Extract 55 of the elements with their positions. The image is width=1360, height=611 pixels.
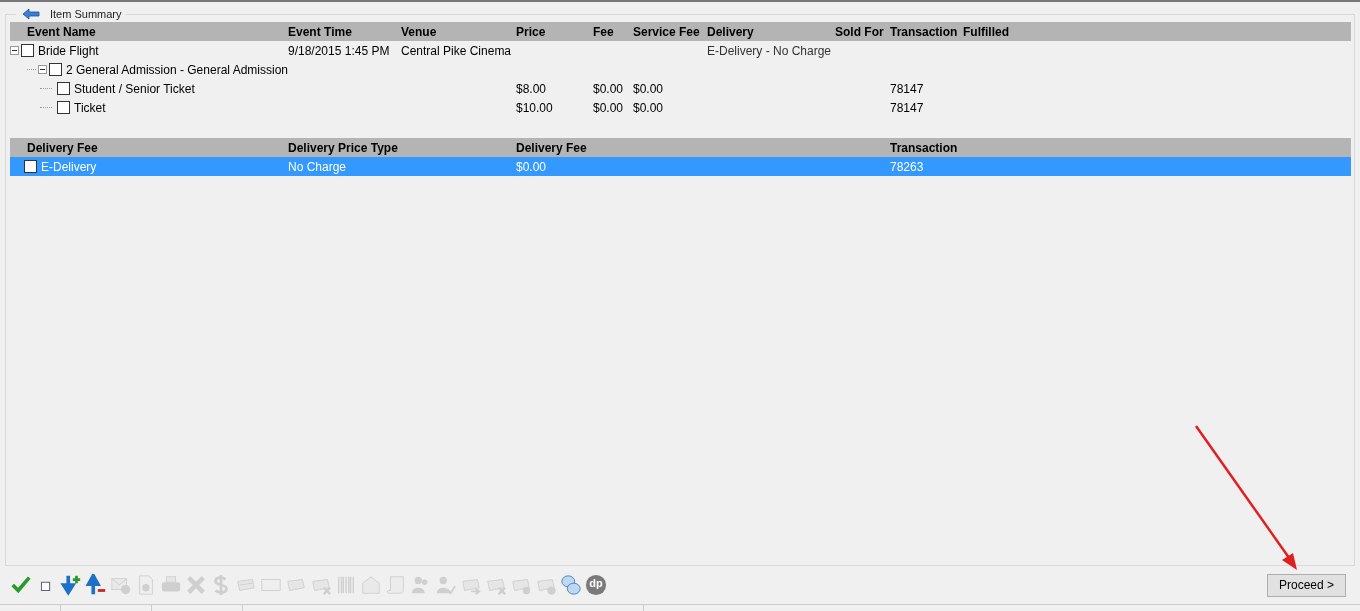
checkbox[interactable] bbox=[57, 82, 70, 95]
barcode-icon bbox=[335, 574, 357, 596]
column-header: Event Name bbox=[26, 24, 97, 39]
table-cell: $0.00 bbox=[593, 81, 624, 96]
column-header: Delivery bbox=[707, 24, 755, 39]
table-cell: 78147 bbox=[890, 81, 924, 96]
column-header: Fee bbox=[593, 24, 615, 39]
checkbox[interactable] bbox=[21, 44, 34, 57]
down-arrow-plus-icon bbox=[60, 574, 82, 596]
table-cell: $0.00 bbox=[593, 100, 624, 115]
event-name-cell: Bride Flight bbox=[38, 43, 99, 58]
scroll-icon bbox=[385, 574, 407, 596]
up-arrow-minus-icon bbox=[85, 574, 107, 596]
event-name-cell: Ticket bbox=[74, 100, 106, 115]
column-header: Transaction bbox=[890, 140, 959, 155]
table-cell: $10.00 bbox=[516, 100, 553, 115]
column-header: Service Fee bbox=[633, 24, 701, 39]
table-cell: No Charge bbox=[288, 159, 347, 174]
table-cell: 9/18/2015 1:45 PM bbox=[288, 43, 390, 58]
toolbar-button[interactable] bbox=[10, 574, 32, 596]
table-cell: Central Pike Cinema bbox=[401, 43, 512, 58]
toolbar-button[interactable] bbox=[60, 574, 82, 596]
checkbox[interactable] bbox=[24, 160, 37, 173]
checkmark-icon bbox=[10, 574, 32, 596]
delivery-row[interactable]: E-Delivery No Charge $0.00 78263 bbox=[10, 157, 1351, 176]
table-cell: 78263 bbox=[890, 159, 924, 174]
column-header: Delivery Fee bbox=[516, 140, 588, 155]
collapse-icon[interactable] bbox=[37, 65, 47, 74]
toolbar-button[interactable] bbox=[85, 574, 107, 596]
table-cell: 78147 bbox=[890, 100, 924, 115]
column-header: Sold For bbox=[835, 24, 885, 39]
people-check-icon bbox=[435, 574, 457, 596]
table-cell: $8.00 bbox=[516, 81, 547, 96]
logo-icon bbox=[585, 574, 607, 596]
checkbox[interactable] bbox=[57, 101, 70, 114]
collapse-icon[interactable] bbox=[10, 46, 19, 55]
column-header: Price bbox=[516, 24, 547, 39]
column-header: Fulfilled bbox=[963, 24, 1010, 39]
column-header: Transaction bbox=[890, 24, 959, 39]
checkbox[interactable] bbox=[48, 63, 62, 76]
column-header: Delivery Price Type bbox=[288, 140, 399, 155]
cross-icon bbox=[185, 574, 207, 596]
table-cell: $0.00 bbox=[633, 81, 664, 96]
proceed-button[interactable]: Proceed > bbox=[1267, 573, 1346, 597]
table-cell: $0.00 bbox=[516, 159, 547, 174]
column-header: Event Time bbox=[288, 24, 353, 39]
event-name-cell: Student / Senior Ticket bbox=[74, 81, 195, 96]
delivery-name-cell: E-Delivery bbox=[41, 159, 97, 174]
group-title: Item Summary bbox=[50, 8, 122, 20]
column-header: Venue bbox=[401, 24, 438, 39]
column-header: Delivery Fee bbox=[26, 140, 99, 155]
back-arrow-icon[interactable] bbox=[22, 8, 40, 20]
table-cell: $0.00 bbox=[633, 100, 664, 115]
event-name-cell: 2 General Admission - General Admission bbox=[65, 62, 288, 77]
table-cell: E-Delivery - No Charge bbox=[707, 43, 832, 58]
